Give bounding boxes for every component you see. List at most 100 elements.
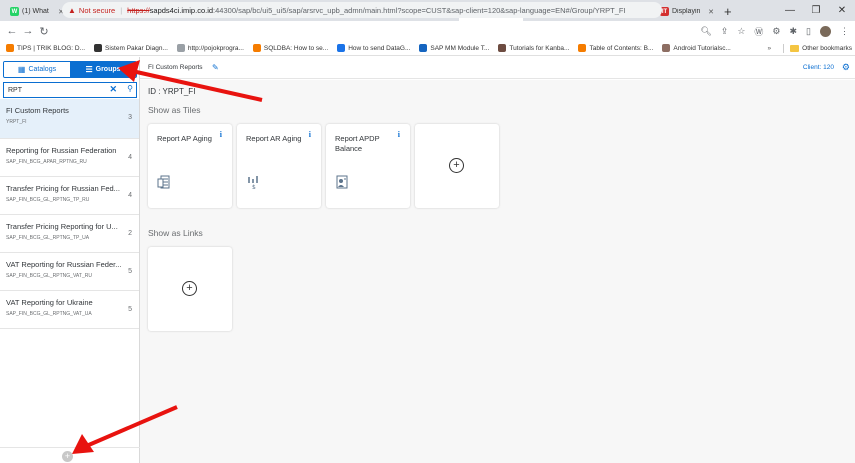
tab-label: (1) What — [22, 8, 49, 15]
tile-report-ar-aging[interactable]: Report AR Aging i $ — [237, 124, 321, 208]
sidebar-footer: + — [0, 447, 140, 463]
info-icon[interactable]: i — [309, 130, 311, 139]
group-tile-count: 4 — [128, 192, 132, 199]
bookmark-item[interactable]: How to send DataG... — [337, 44, 410, 52]
add-link-button[interactable]: + — [148, 247, 232, 331]
clear-icon[interactable]: ✕ — [109, 84, 117, 95]
tile-title: Report APDP Balance — [335, 134, 380, 153]
add-icon: + — [449, 158, 464, 173]
other-bookmarks[interactable]: » Other bookmarks — [768, 41, 852, 56]
bookmark-item[interactable]: Android Tutorialsc... — [662, 44, 731, 52]
bookmark-label: SQLDBA: How to se... — [263, 44, 329, 52]
bookmark-item[interactable]: SAP MM Module T... — [419, 44, 489, 52]
tile-report-ap-aging[interactable]: Report AP Aging i — [148, 124, 232, 208]
reload-icon[interactable]: ↻ — [36, 25, 52, 38]
settings-icon[interactable]: ⚙ — [842, 62, 850, 73]
url-field[interactable]: ▲ Not secure | https:// sapds4ci.imip.co… — [62, 2, 662, 18]
group-list-item[interactable]: VAT Reporting for Russian Feder... SAP_FI… — [0, 253, 139, 291]
money-bills-icon: $ — [248, 176, 258, 189]
bookmark-label: How to send DataG... — [348, 44, 411, 52]
restore-icon[interactable]: ❐ — [803, 0, 829, 21]
bookmark-favicon-icon — [252, 44, 261, 52]
sap-app: ▦ Catalogs ☰ Groups RPT ✕ ⚲ FI Custom Re… — [0, 57, 855, 463]
avatar[interactable] — [820, 25, 831, 37]
group-list-item[interactable]: FI Custom Reports YRPT_FI 3 — [0, 99, 139, 139]
tab-label: Displayin — [672, 8, 701, 15]
browser-tab[interactable]: W (1) What ✕ — [4, 2, 68, 21]
close-window-icon[interactable]: ✕ — [829, 0, 855, 21]
breadcrumb: FI Custom Reports — [148, 64, 203, 71]
group-id: SAP_FIN_BCG_GL_RPTNG_TP_UA — [6, 235, 90, 241]
toolbar-icons: 🔍︎ ⇪ ☆ Ⓦ ⚙ ✱ ▯ ⋮ — [700, 21, 849, 41]
other-bookmarks-label: Other bookmarks — [802, 45, 852, 52]
document-table-icon — [157, 175, 170, 189]
grid-icon: ▦ — [17, 65, 26, 74]
bookmark-favicon-icon — [337, 44, 346, 52]
bookmark-item[interactable]: Table of Contents: B... — [578, 44, 653, 52]
side-panel-icon[interactable]: ▯ — [806, 26, 811, 37]
group-title: VAT Reporting for Russian Feder... — [6, 260, 121, 269]
bookmark-item[interactable]: SQLDBA: How to se... — [252, 44, 329, 52]
group-id: SAP_FIN_BCG_GL_RPTNG_VAT_UA — [6, 311, 92, 317]
group-list-item[interactable]: VAT Reporting for Ukraine SAP_FIN_BCG_GL_… — [0, 291, 139, 329]
edit-icon[interactable]: ✎ — [212, 63, 219, 72]
puzzle-icon[interactable]: ✱ — [790, 26, 798, 37]
info-icon[interactable]: i — [220, 130, 222, 139]
list-icon: ☰ — [85, 65, 93, 74]
group-id: YRPT_FI — [6, 119, 27, 125]
group-tile-count: 2 — [128, 230, 132, 237]
add-group-icon[interactable]: + — [62, 451, 73, 462]
group-list-item[interactable]: Transfer Pricing Reporting for U... SAP_F… — [0, 215, 139, 253]
group-list-item[interactable]: Reporting for Russian Federation SAP_FIN_… — [0, 139, 139, 177]
new-tab-button[interactable]: + — [718, 2, 738, 21]
bookmark-favicon-icon — [662, 44, 671, 52]
tab-close-icon[interactable]: ✕ — [708, 8, 714, 16]
tile-title: Report AR Aging — [246, 134, 302, 143]
bookmark-label: Sistem Pakar Diagn... — [105, 44, 168, 52]
group-id: SAP_FIN_BCG_GL_RPTNG_TP_RU — [6, 197, 90, 203]
extension-w-icon[interactable]: Ⓦ — [754, 25, 763, 38]
forward-icon[interactable]: → — [20, 25, 36, 37]
bookmark-favicon-icon — [176, 44, 185, 52]
browser-tab[interactable]: IT Displayin ✕ — [654, 2, 718, 21]
back-icon[interactable]: ← — [4, 25, 20, 37]
menu-icon[interactable]: ⋮ — [840, 26, 849, 37]
groups-button[interactable]: ☰ Groups — [70, 62, 136, 77]
url-host: sapds4ci.imip.co.id — [149, 5, 214, 15]
search-icon[interactable]: ⚲ — [127, 84, 133, 93]
bookmarks-more-icon[interactable]: » — [768, 45, 772, 52]
personnel-report-icon — [336, 175, 348, 189]
tile-report-apdp-balance[interactable]: Report APDP Balance i — [326, 124, 410, 208]
extension-gear-icon[interactable]: ⚙ — [772, 26, 780, 37]
group-title: VAT Reporting for Ukraine — [6, 298, 93, 307]
star-icon[interactable]: ☆ — [737, 26, 745, 37]
bookmark-label: SAP MM Module T... — [430, 44, 490, 52]
group-title: Transfer Pricing Reporting for U... — [6, 222, 118, 231]
page-id: ID : YRPT_FI — [148, 87, 196, 96]
bookmark-item[interactable]: Sistem Pakar Diagn... — [94, 44, 168, 52]
group-tile-count: 5 — [128, 306, 132, 313]
info-icon[interactable]: i — [398, 130, 400, 139]
group-title: Reporting for Russian Federation — [6, 146, 117, 155]
group-list: FI Custom Reports YRPT_FI 3 Reporting for R… — [0, 99, 139, 329]
bookmark-item[interactable]: TIPS | TRIK BLOG: D... — [6, 44, 85, 52]
bookmark-item[interactable]: Tutorials for Kanba... — [498, 44, 569, 52]
groups-label: Groups — [95, 66, 121, 73]
bookmark-item[interactable]: http://pojokprogra... — [176, 44, 244, 52]
add-tile-button[interactable]: + — [415, 124, 499, 208]
bookmarks-bar: TIPS | TRIK BLOG: D... Sistem Pakar Diagn… — [0, 41, 855, 56]
group-id: SAP_FIN_BCG_APAR_RPTNG_RU — [6, 159, 87, 165]
minimize-icon[interactable]: — — [777, 0, 803, 21]
search-value: RPT — [8, 86, 22, 94]
share-icon[interactable]: ⇪ — [721, 26, 729, 37]
catalogs-button[interactable]: ▦ Catalogs — [4, 62, 70, 77]
zoom-icon[interactable]: 🔍︎ — [700, 26, 711, 37]
svg-text:$: $ — [252, 184, 256, 189]
group-list-item[interactable]: Transfer Pricing for Russian Fed... SAP_F… — [0, 177, 139, 215]
tile-title: Report AP Aging — [157, 134, 212, 143]
folder-icon — [790, 45, 800, 52]
group-search-input[interactable]: RPT ✕ ⚲ — [3, 82, 137, 98]
group-tile-count: 5 — [128, 268, 132, 275]
group-title: Transfer Pricing for Russian Fed... — [6, 184, 120, 193]
bookmark-label: Tutorials for Kanba... — [509, 44, 570, 52]
